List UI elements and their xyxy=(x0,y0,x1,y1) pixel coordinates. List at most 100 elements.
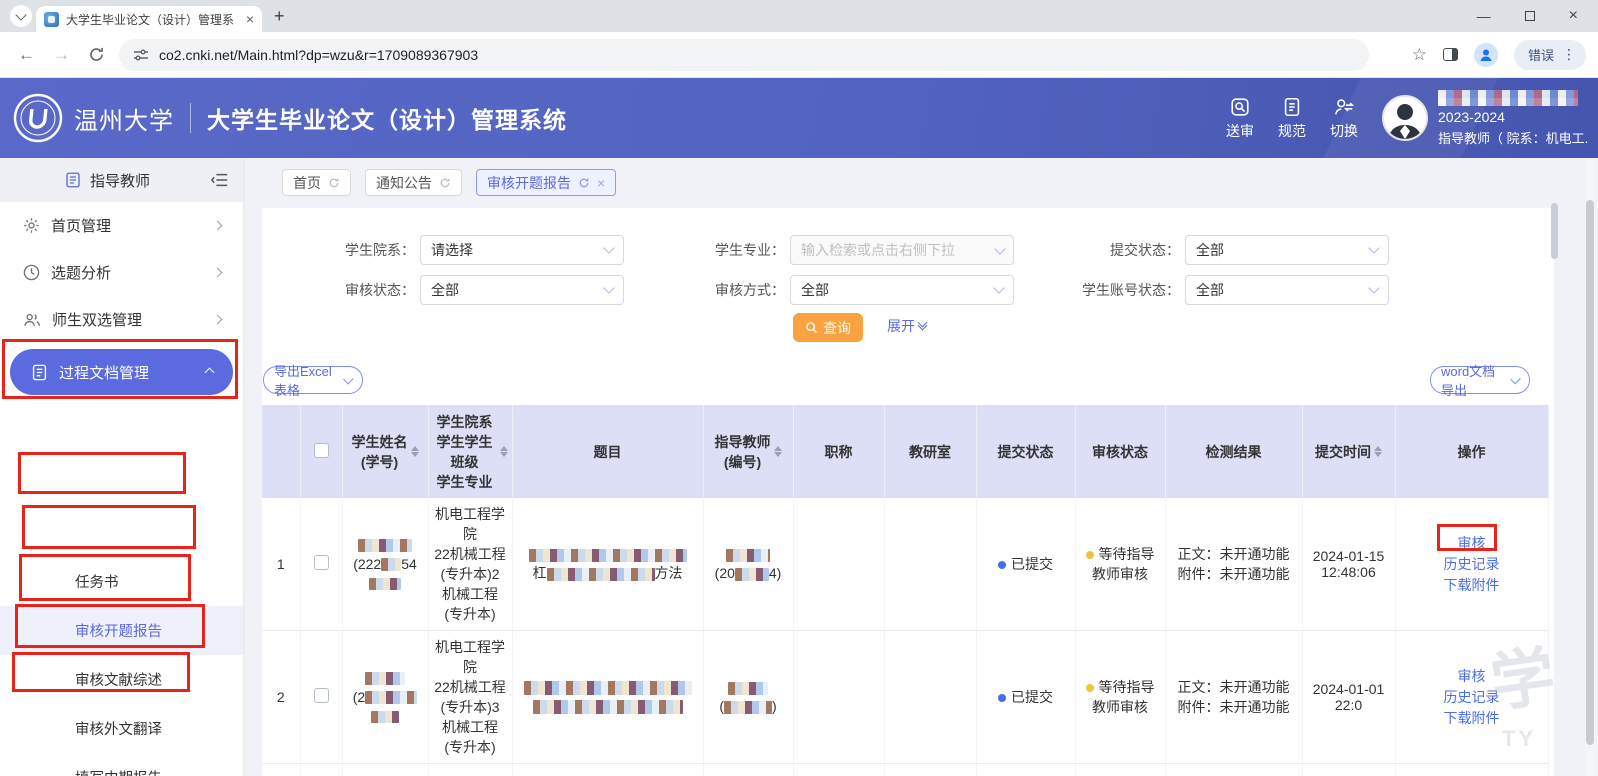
filter-student-major: 学生专业： xyxy=(628,235,1014,265)
address-bar[interactable]: co2.cnki.net/Main.html?dp=wzu&r=17090893… xyxy=(119,39,1369,71)
download-attachment-link[interactable]: 下载附件 xyxy=(1401,575,1543,596)
review-link[interactable]: 审核 xyxy=(1401,666,1543,687)
job-title-cell xyxy=(793,498,884,631)
forward-icon[interactable]: → xyxy=(53,45,70,65)
browser-actions: ☆ 错误 ⋮ xyxy=(1412,40,1598,70)
status-dot-yellow xyxy=(1086,551,1094,559)
submit-time-cell: 2024-01-01 22:0 xyxy=(1302,631,1395,764)
sidebar-item-mutual-selection[interactable]: 师生双选管理 xyxy=(0,296,243,343)
tab-chip-review-proposal[interactable]: 审核开题报告 × xyxy=(476,169,616,196)
select-all-checkbox[interactable] xyxy=(314,443,329,458)
download-attachment-link[interactable]: 下载附件 xyxy=(1401,708,1543,729)
history-link[interactable]: 历史记录 xyxy=(1401,554,1543,575)
bookmark-star-icon[interactable]: ☆ xyxy=(1412,45,1427,65)
filter-review-status: 审核状态： 全部 xyxy=(262,275,624,305)
back-icon[interactable]: ← xyxy=(18,45,35,65)
tab-title: 大学生毕业论文（设计）管理系 xyxy=(66,11,242,28)
refresh-icon[interactable] xyxy=(439,177,451,189)
page-scrollbar[interactable] xyxy=(1585,158,1595,776)
student-major-input[interactable] xyxy=(790,235,1014,265)
role-doc-icon xyxy=(64,171,82,189)
sort-icon[interactable] xyxy=(500,446,508,457)
sort-icon[interactable] xyxy=(774,446,782,457)
submenu-item-midterm-report[interactable]: 填写中期报告 xyxy=(0,753,243,776)
collapse-sidebar-icon[interactable] xyxy=(211,172,229,188)
history-link[interactable]: 历史记录 xyxy=(1401,687,1543,708)
tab-search-button[interactable] xyxy=(10,5,32,27)
sidebar-role-header: 指导教师 xyxy=(0,158,243,202)
review-status-select[interactable]: 全部 xyxy=(420,275,624,305)
browser-tabstrip: 大学生毕业论文（设计）管理系 × + — × xyxy=(0,0,1598,32)
export-word-button[interactable]: word文档导出 xyxy=(1430,366,1530,394)
review-link[interactable]: 审核 xyxy=(1401,533,1543,554)
sidebar-item-process-docs[interactable]: 过程文档管理 xyxy=(10,349,233,395)
submenu-item-task-book[interactable]: 任务书 xyxy=(0,557,243,606)
dept-class-major-cell: 机电工程学院 22机械工程(专升本)3 机械工程(专升本) xyxy=(428,631,512,764)
clock-icon xyxy=(22,263,41,282)
expand-link[interactable]: 展开 xyxy=(887,316,926,336)
user-avatar[interactable] xyxy=(1382,95,1428,141)
browser-tab[interactable]: 大学生毕业论文（设计）管理系 × xyxy=(36,6,262,32)
submit-status-select[interactable]: 全部 xyxy=(1185,235,1389,265)
sidebar-item-topic-analysis[interactable]: 选题分析 xyxy=(0,249,243,296)
page-scrollbar-thumb[interactable] xyxy=(1586,200,1594,745)
job-title-cell xyxy=(793,631,884,764)
header-action-songshen[interactable]: 送审 xyxy=(1226,96,1254,141)
row-checkbox[interactable] xyxy=(314,555,329,570)
expand-label: 展开 xyxy=(887,316,915,336)
export-excel-button[interactable]: 导出Excel表格 xyxy=(263,366,363,394)
col-student-name[interactable]: 学生姓名 (学号) xyxy=(342,405,428,498)
header-right: 送审 规范 切换 20 xyxy=(1226,90,1598,147)
refresh-icon[interactable] xyxy=(578,177,590,189)
new-tab-button[interactable]: + xyxy=(274,6,285,27)
close-tab-icon[interactable]: × xyxy=(597,175,605,191)
header-action-qiehuan[interactable]: 切换 xyxy=(1330,96,1358,141)
filter-label: 学生专业： xyxy=(628,240,785,260)
header-action-guifan[interactable]: 规范 xyxy=(1278,96,1306,141)
sort-icon[interactable] xyxy=(411,446,419,457)
select-value: 全部 xyxy=(431,280,605,300)
menu-kebab-icon[interactable]: ⋮ xyxy=(1562,46,1576,63)
redacted-id-tail xyxy=(369,578,401,590)
redacted-title xyxy=(524,681,692,695)
tab-close-icon[interactable]: × xyxy=(246,11,254,27)
col-dept-class-major[interactable]: 学生院系 学生学生班级 学生专业 xyxy=(428,405,512,498)
student-dept-select[interactable]: 请选择 xyxy=(420,235,624,265)
table-row: 1 (22254 机电工程学院 22机械工程(专升本)2 机械工程(专升本) 杠… xyxy=(262,498,1548,631)
query-label: 查询 xyxy=(823,318,851,338)
side-panel-icon[interactable] xyxy=(1443,48,1458,61)
sort-icon[interactable] xyxy=(1374,446,1382,457)
col-job-title: 职称 xyxy=(793,405,884,498)
minimize-icon[interactable]: — xyxy=(1477,8,1491,24)
maximize-icon[interactable] xyxy=(1525,11,1535,21)
close-window-icon[interactable]: × xyxy=(1569,7,1578,25)
sidebar-item-homepage-mgmt[interactable]: 首页管理 xyxy=(0,202,243,249)
chevron-right-icon xyxy=(213,221,223,231)
records-table: 学生姓名 (学号) 学生院系 学生学生班级 学生专业 题目 指导教师 (编号) … xyxy=(262,405,1549,776)
filter-submit-status: 提交状态： 全部 xyxy=(1018,235,1389,265)
col-office: 教研室 xyxy=(884,405,976,498)
redacted-name xyxy=(358,539,412,552)
row-checkbox[interactable] xyxy=(314,688,329,703)
search-icon xyxy=(805,321,818,334)
review-method-select[interactable]: 全部 xyxy=(790,275,1014,305)
query-button[interactable]: 查询 xyxy=(793,313,863,342)
submit-status-cell: 已提交 xyxy=(976,498,1075,631)
tab-chip-notices[interactable]: 通知公告 xyxy=(365,169,462,196)
tab-chip-home[interactable]: 首页 xyxy=(282,169,351,196)
submenu-item-review-literature[interactable]: 审核文献综述 xyxy=(0,655,243,704)
submenu-item-review-translation[interactable]: 审核外文翻译 xyxy=(0,704,243,753)
col-teacher[interactable]: 指导教师 (编号) xyxy=(703,405,793,498)
reload-icon[interactable] xyxy=(88,46,105,63)
chevron-down-icon xyxy=(1368,282,1379,293)
site-settings-icon[interactable] xyxy=(133,47,149,63)
refresh-icon[interactable] xyxy=(328,177,340,189)
col-submit-time[interactable]: 提交时间 xyxy=(1302,405,1395,498)
sidebar-item-label: 过程文档管理 xyxy=(59,362,149,383)
submenu-item-review-proposal[interactable]: 审核开题报告 xyxy=(0,606,243,655)
profile-avatar-icon[interactable] xyxy=(1474,43,1498,67)
account-status-select[interactable]: 全部 xyxy=(1185,275,1389,305)
redacted-teacher-no xyxy=(735,568,769,581)
panel-scrollbar-thumb[interactable] xyxy=(1551,203,1558,259)
browser-error-button[interactable]: 错误 ⋮ xyxy=(1514,40,1586,70)
